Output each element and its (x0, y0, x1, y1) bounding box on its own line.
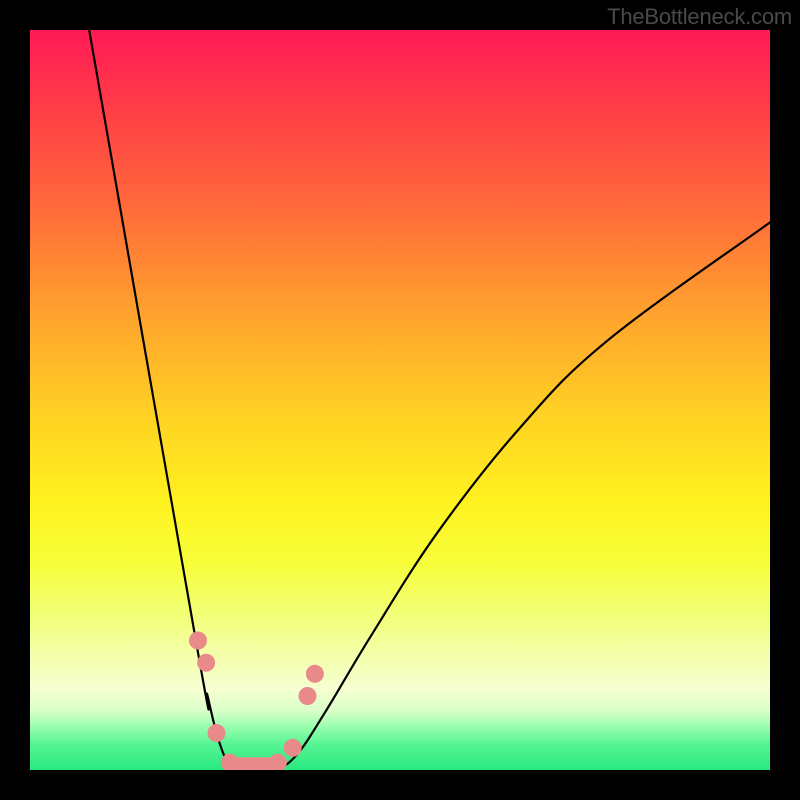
curve-bottom-pill (230, 757, 282, 770)
curve-marker (284, 739, 302, 757)
chart-svg (30, 30, 770, 770)
curve-marker (299, 687, 317, 705)
curve-marker (189, 632, 207, 650)
chart-plot-area (30, 30, 770, 770)
chart-frame: TheBottleneck.com (0, 0, 800, 800)
curve-marker (207, 724, 225, 742)
attribution-label: TheBottleneck.com (607, 4, 792, 30)
curve-marker (306, 665, 324, 683)
bottleneck-curve (89, 30, 770, 770)
curve-marker (197, 654, 215, 672)
